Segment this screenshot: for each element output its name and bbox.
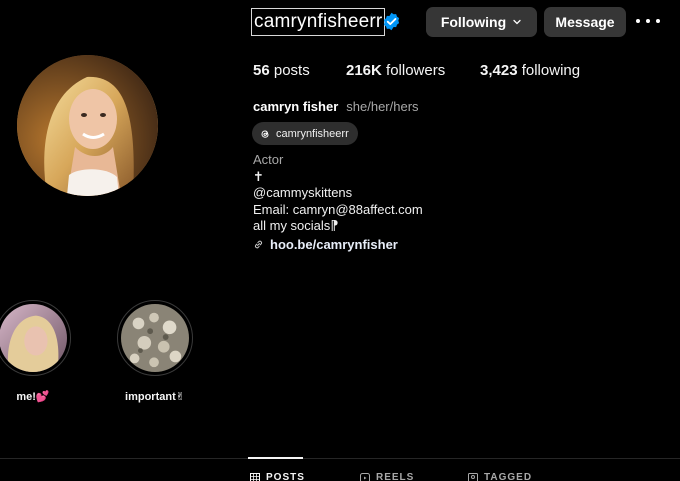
bio-line: ✝ (253, 168, 264, 184)
highlight-label: important✌ (125, 391, 185, 403)
following-button[interactable]: Following (426, 7, 537, 37)
username: camrynfisheerr (254, 11, 383, 32)
bio-text: Actor ✝ @cammyskittens Email: camryn@88a… (253, 152, 423, 235)
bio-link-text: hoo.be/camrynfisher (270, 237, 398, 252)
followers-link[interactable]: 216K followers (346, 62, 445, 79)
bio-link[interactable]: hoo.be/camrynfisher (253, 237, 398, 252)
highlight-cover-image (0, 304, 67, 372)
verified-badge-icon (383, 12, 400, 31)
threads-icon (261, 129, 269, 138)
grid-icon (250, 472, 260, 481)
highlight-ring (0, 300, 71, 376)
highlight-label: me!💕 (16, 391, 50, 403)
username-field[interactable]: camrynfisheerr (251, 8, 386, 36)
tab-tagged[interactable]: TAGGED (468, 472, 532, 481)
pronouns: she/her/hers (346, 99, 419, 114)
tab-label: REELS (376, 472, 415, 481)
highlight-important[interactable]: important✌ (116, 300, 194, 403)
avatar-photo (17, 55, 158, 196)
link-icon (254, 240, 263, 249)
tab-label: TAGGED (484, 472, 533, 481)
bio-line: Email: camryn@88affect.com (253, 201, 423, 217)
message-button-label: Message (555, 14, 615, 30)
reels-icon (360, 472, 370, 481)
profile-avatar[interactable] (17, 55, 158, 196)
bio-line: all my socials⁋ (253, 218, 339, 233)
threads-badge[interactable]: camrynfisheerr (252, 122, 358, 145)
message-button[interactable]: Message (544, 7, 626, 37)
more-options-icon[interactable] (636, 14, 660, 28)
posts-count: 56 posts (253, 62, 310, 79)
tagged-icon (468, 472, 478, 481)
highlight-me[interactable]: me!💕 (0, 300, 72, 403)
tab-label: POSTS (266, 472, 305, 481)
profile-page: camrynfisheerr Following Message 56 post… (0, 0, 680, 481)
following-button-label: Following (440, 14, 507, 30)
tab-reels[interactable]: REELS (360, 472, 414, 481)
active-tab-indicator (248, 457, 303, 459)
tab-posts[interactable]: POSTS (250, 472, 305, 481)
highlight-cover-image (121, 304, 189, 372)
name-row: camryn fisher she/her/hers (253, 99, 419, 114)
following-link[interactable]: 3,423 following (480, 62, 580, 79)
bio-line: @cammyskittens (253, 185, 353, 200)
profile-category: Actor (253, 152, 284, 167)
display-name: camryn fisher (253, 99, 339, 114)
threads-handle: camrynfisheerr (276, 127, 349, 140)
tabs-divider (0, 458, 680, 459)
highlight-ring (117, 300, 193, 376)
chevron-down-icon (513, 19, 521, 25)
profile-stats: 56 posts 216K followers 3,423 following (253, 62, 633, 84)
